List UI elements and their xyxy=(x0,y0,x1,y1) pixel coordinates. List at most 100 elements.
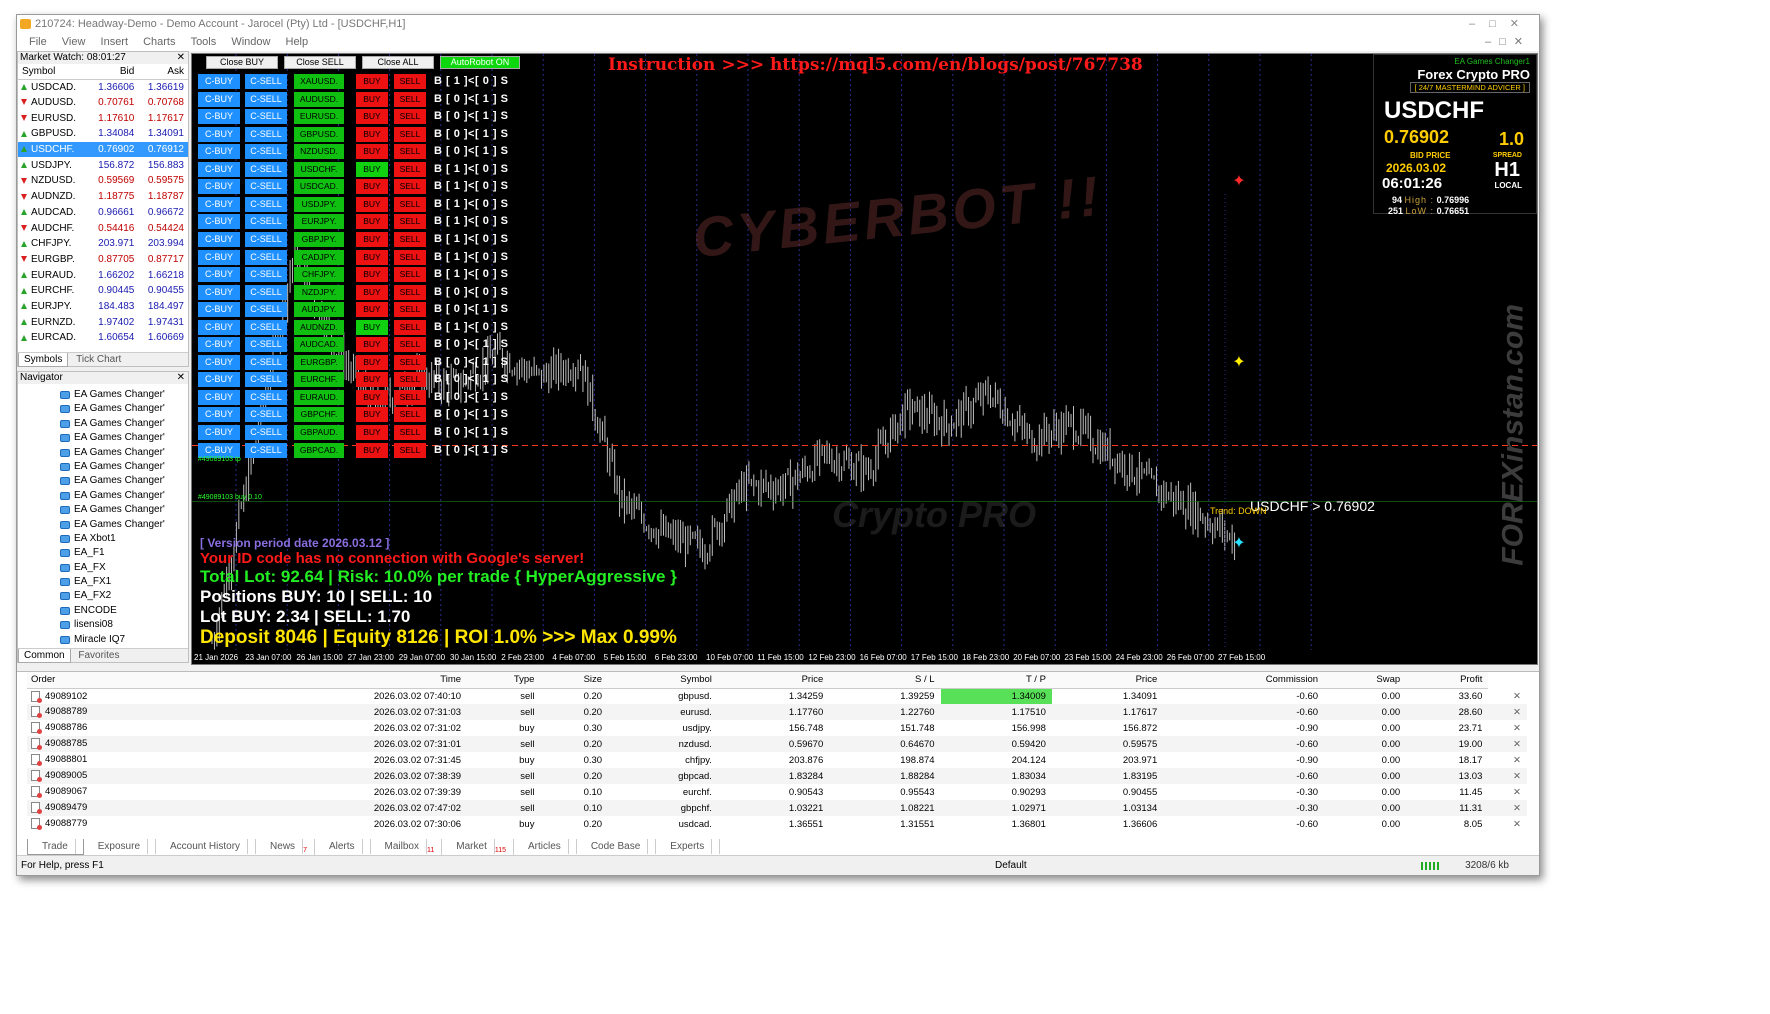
terminal-tab[interactable]: Articles xyxy=(514,839,577,854)
close-buy-symbol-button[interactable]: C-BUY xyxy=(198,161,240,177)
close-order-icon[interactable]: ✕ xyxy=(1488,752,1527,768)
close-sell-symbol-button[interactable]: C-SELL xyxy=(245,284,287,300)
tab-symbols[interactable]: Symbols xyxy=(18,353,69,367)
navigator-item[interactable]: EA Games Changer' xyxy=(18,489,188,503)
symbol-button[interactable]: NZDUSD. xyxy=(294,144,344,160)
close-buy-symbol-button[interactable]: C-BUY xyxy=(198,354,240,370)
buy-button[interactable]: BUY xyxy=(356,179,388,195)
market-watch-row[interactable]: USDJPY. 156.872 156.883 xyxy=(18,157,188,173)
price-chart[interactable]: ✦ ✦ ✦ CYBERBOT !! Crypto PRO FOREXinstan.c… xyxy=(191,53,1538,665)
close-buy-symbol-button[interactable]: C-BUY xyxy=(198,144,240,160)
menu-file[interactable]: File xyxy=(29,36,47,48)
symbol-button[interactable]: USDCHF. xyxy=(294,161,344,177)
terminal-tab[interactable]: Trade xyxy=(27,839,84,855)
trade-col-header[interactable]: Swap xyxy=(1324,672,1407,689)
symbol-button[interactable]: EURGBP. xyxy=(294,354,344,370)
buy-button[interactable]: BUY xyxy=(356,109,388,125)
buy-button[interactable]: BUY xyxy=(356,196,388,212)
close-order-icon[interactable]: ✕ xyxy=(1488,800,1527,816)
close-sell-symbol-button[interactable]: C-SELL xyxy=(245,337,287,353)
sell-button[interactable]: SELL xyxy=(394,161,426,177)
col-ask[interactable]: Ask xyxy=(138,64,188,80)
navigator-item[interactable]: EA Games Changer' xyxy=(18,431,188,445)
symbol-button[interactable]: CADJPY. xyxy=(294,249,344,265)
close-buy-symbol-button[interactable]: C-BUY xyxy=(198,302,240,318)
navigator-item[interactable]: EA_FX2 xyxy=(18,589,188,603)
status-profile[interactable]: Default xyxy=(995,856,1027,875)
sell-button[interactable]: SELL xyxy=(394,407,426,423)
sell-button[interactable]: SELL xyxy=(394,109,426,125)
market-watch-row[interactable]: CHFJPY. 203.971 203.994 xyxy=(18,236,188,252)
terminal-tab[interactable]: Account History xyxy=(156,839,257,854)
sell-button[interactable]: SELL xyxy=(394,126,426,142)
close-buy-symbol-button[interactable]: C-BUY xyxy=(198,284,240,300)
navigator-item[interactable]: EA_FX1 xyxy=(18,575,188,589)
symbol-button[interactable]: AUDCAD. xyxy=(294,337,344,353)
sell-button[interactable]: SELL xyxy=(394,249,426,265)
tab-favorites[interactable]: Favorites xyxy=(73,649,124,662)
close-sell-symbol-button[interactable]: C-SELL xyxy=(245,319,287,335)
market-watch-row[interactable]: EURUSD. 1.17610 1.17617 xyxy=(18,110,188,126)
symbol-button[interactable]: GBPCAD. xyxy=(294,442,344,458)
terminal-tab[interactable]: Experts xyxy=(656,839,721,854)
buy-button[interactable]: BUY xyxy=(356,74,388,89)
symbol-button[interactable]: GBPCHF. xyxy=(294,407,344,423)
close-buy-symbol-button[interactable]: C-BUY xyxy=(198,179,240,195)
symbol-button[interactable]: EURCHF. xyxy=(294,372,344,388)
close-sell-symbol-button[interactable]: C-SELL xyxy=(245,389,287,405)
close-buy-symbol-button[interactable]: C-BUY xyxy=(198,372,240,388)
symbol-button[interactable]: EURAUD. xyxy=(294,389,344,405)
close-buy-symbol-button[interactable]: C-BUY xyxy=(198,389,240,405)
symbol-button[interactable]: NZDJPY. xyxy=(294,284,344,300)
buy-button[interactable]: BUY xyxy=(356,425,388,440)
symbol-button[interactable]: AUDNZD. xyxy=(294,319,344,335)
sell-button[interactable]: SELL xyxy=(394,319,426,335)
trade-row[interactable]: 49089005 2026.03.02 07:38:39 sell 0.20 gbpca… xyxy=(27,768,1527,784)
trade-row[interactable]: 49088779 2026.03.02 07:30:06 buy 0.20 usdcad… xyxy=(27,816,1527,832)
market-watch-row[interactable]: AUDCAD. 0.96661 0.96672 xyxy=(18,205,188,221)
buy-button[interactable]: BUY xyxy=(356,126,388,142)
close-icon[interactable]: ✕ xyxy=(177,372,185,384)
autorobot-button[interactable]: AutoRobot ON xyxy=(440,56,520,69)
symbol-button[interactable]: GBPUSD. xyxy=(294,126,344,142)
sell-button[interactable]: SELL xyxy=(394,302,426,318)
navigator-item[interactable]: ENCODE xyxy=(18,604,188,618)
sell-button[interactable]: SELL xyxy=(394,372,426,388)
buy-button[interactable]: BUY xyxy=(356,302,388,318)
sell-button[interactable]: SELL xyxy=(394,425,426,440)
sell-button[interactable]: SELL xyxy=(394,179,426,195)
navigator-item[interactable]: EA Games Changer' xyxy=(18,388,188,402)
menu-help[interactable]: Help xyxy=(286,36,309,48)
navigator-item[interactable]: lisensi08 xyxy=(18,618,188,632)
close-sell-symbol-button[interactable]: C-SELL xyxy=(245,407,287,423)
trade-col-header[interactable]: Symbol xyxy=(608,672,718,689)
buy-button[interactable]: BUY xyxy=(356,161,388,177)
trade-col-header[interactable]: Type xyxy=(467,672,541,689)
mdi-controls[interactable]: –□✕ xyxy=(1485,33,1531,51)
close-sell-symbol-button[interactable]: C-SELL xyxy=(245,196,287,212)
market-watch-row[interactable]: AUDUSD. 0.70761 0.70768 xyxy=(18,95,188,111)
close-buy-symbol-button[interactable]: C-BUY xyxy=(198,74,240,89)
sell-button[interactable]: SELL xyxy=(394,442,426,458)
trade-row[interactable]: 49088789 2026.03.02 07:31:03 sell 0.20 eurus… xyxy=(27,704,1527,720)
menu-view[interactable]: View xyxy=(62,36,86,48)
close-order-icon[interactable]: ✕ xyxy=(1488,688,1527,704)
close-sell-symbol-button[interactable]: C-SELL xyxy=(245,91,287,107)
close-order-icon[interactable]: ✕ xyxy=(1488,720,1527,736)
symbol-button[interactable]: GBPAUD. xyxy=(294,425,344,440)
tab-common[interactable]: Common xyxy=(18,649,71,663)
navigator-item[interactable]: Miracle IQ7 xyxy=(18,633,188,647)
sell-button[interactable]: SELL xyxy=(394,389,426,405)
menu-window[interactable]: Window xyxy=(231,36,270,48)
buy-button[interactable]: BUY xyxy=(356,389,388,405)
close-buy-symbol-button[interactable]: C-BUY xyxy=(198,91,240,107)
trade-col-header[interactable]: Time xyxy=(209,672,468,689)
navigator-item[interactable]: EA Games Changer' xyxy=(18,460,188,474)
trade-row[interactable]: 49089479 2026.03.02 07:47:02 sell 0.10 gbpch… xyxy=(27,800,1527,816)
buy-button[interactable]: BUY xyxy=(356,442,388,458)
sell-button[interactable]: SELL xyxy=(394,267,426,283)
window-controls[interactable]: –□✕ xyxy=(1469,15,1533,33)
market-watch-row[interactable]: GBPUSD. 1.34084 1.34091 xyxy=(18,126,188,142)
market-watch-row[interactable]: EURGBP. 0.87705 0.87717 xyxy=(18,252,188,268)
symbol-button[interactable]: GBPJPY. xyxy=(294,231,344,247)
